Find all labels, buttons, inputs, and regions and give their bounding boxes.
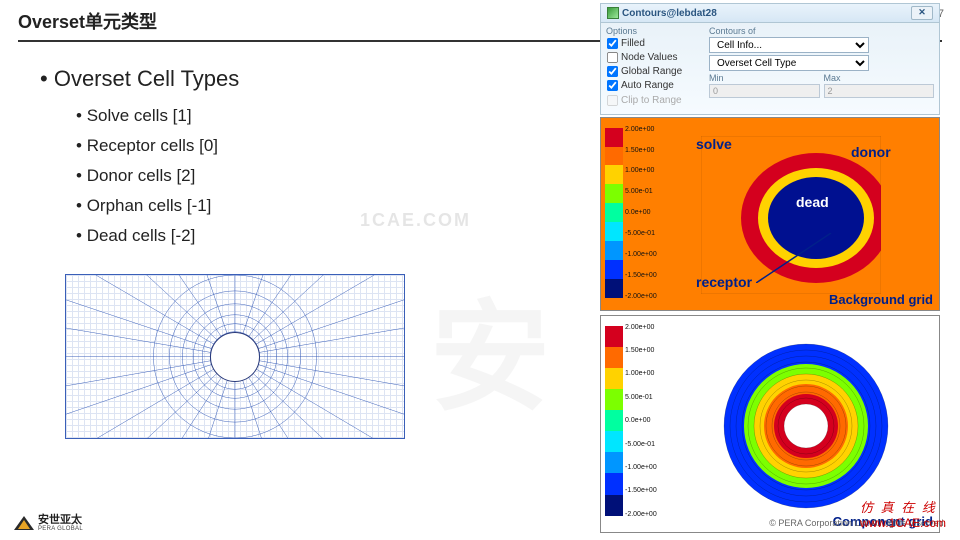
max-input[interactable] bbox=[824, 84, 935, 98]
cell-types-list: Solve cells [1] Receptor cells [0] Donor… bbox=[40, 106, 580, 246]
mesh-figure bbox=[65, 274, 405, 439]
comp-contour-svg bbox=[721, 341, 891, 511]
min-label: Min bbox=[709, 73, 820, 83]
left-column: Overset Cell Types Solve cells [1] Recep… bbox=[40, 66, 580, 439]
list-item: Receptor cells [0] bbox=[76, 136, 580, 156]
dialog-icon bbox=[607, 7, 619, 19]
check-node-values[interactable]: Node Values bbox=[606, 51, 701, 65]
label-dead: dead bbox=[796, 194, 829, 210]
right-column: Contours@lebdat28 ✕ Options Filled Node … bbox=[600, 3, 950, 533]
logo-icon bbox=[14, 516, 34, 530]
logo-text-en: PERA GLOBAL bbox=[38, 526, 83, 532]
colorbar-labels: 2.00e+001.50e+001.00e+005.00e-010.0e+00-… bbox=[625, 126, 657, 300]
select-field-group[interactable]: Cell Info... bbox=[709, 37, 869, 53]
list-item: Dead cells [-2] bbox=[76, 226, 580, 246]
dialog-titlebar[interactable]: Contours@lebdat28 ✕ bbox=[601, 4, 939, 23]
colorbar-labels: 2.00e+001.50e+001.00e+005.00e-010.0e+00-… bbox=[625, 324, 657, 518]
check-filled[interactable]: Filled bbox=[606, 37, 701, 51]
list-item: Donor cells [2] bbox=[76, 166, 580, 186]
label-solve: solve bbox=[696, 136, 732, 152]
fig1-caption: Background grid bbox=[829, 292, 933, 307]
logo-text-cn: 安世亚太 bbox=[38, 515, 83, 526]
min-input[interactable] bbox=[709, 84, 820, 98]
dialog-title-text: Contours@lebdat28 bbox=[622, 8, 717, 19]
check-auto-range[interactable]: Auto Range bbox=[606, 79, 701, 93]
close-icon[interactable]: ✕ bbox=[911, 6, 933, 20]
mesh-center-hole bbox=[210, 332, 260, 382]
label-receptor: receptor bbox=[696, 274, 752, 290]
check-global-range[interactable]: Global Range bbox=[606, 65, 701, 79]
list-item: Solve cells [1] bbox=[76, 106, 580, 126]
colorbar bbox=[605, 326, 623, 516]
pointer-line bbox=[756, 233, 836, 283]
watermark-bottom-right: 仿 真 在 线 www.1CAE.com bbox=[860, 497, 946, 530]
colorbar bbox=[605, 128, 623, 298]
check-clip-range[interactable]: Clip to Range bbox=[606, 94, 701, 108]
footer: 安世亚太 PERA GLOBAL © PERA Corporation Ltd.… bbox=[0, 512, 960, 534]
select-field-var[interactable]: Overset Cell Type bbox=[709, 55, 869, 71]
background-grid-figure: 2.00e+001.50e+001.00e+005.00e-010.0e+00-… bbox=[600, 117, 940, 311]
list-item: Orphan cells [-1] bbox=[76, 196, 580, 216]
contours-of-label: Contours of bbox=[709, 26, 934, 36]
label-donor: donor bbox=[851, 144, 891, 160]
main-heading: Overset Cell Types bbox=[40, 66, 580, 92]
contours-dialog: Contours@lebdat28 ✕ Options Filled Node … bbox=[600, 3, 940, 115]
max-label: Max bbox=[824, 73, 935, 83]
logo: 安世亚太 PERA GLOBAL bbox=[14, 515, 83, 532]
options-label: Options bbox=[606, 26, 701, 36]
